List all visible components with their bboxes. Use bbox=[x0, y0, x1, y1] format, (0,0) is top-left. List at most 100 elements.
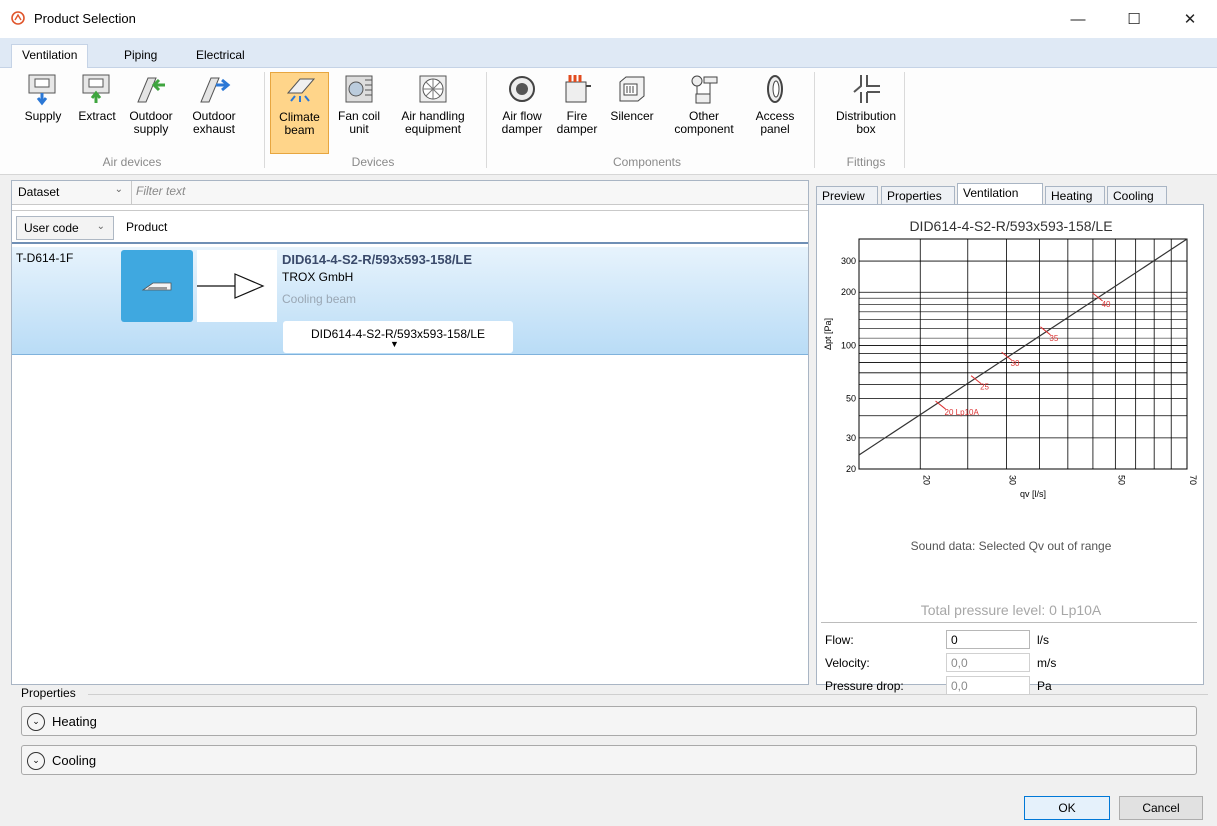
expand-icon: ⌄ bbox=[27, 752, 45, 770]
x-axis-label: qv [l/s] bbox=[1020, 489, 1046, 499]
access-panel-button[interactable]: Access panel bbox=[752, 72, 798, 154]
product-type: Cooling beam bbox=[282, 292, 357, 306]
silencer-label: Silencer bbox=[610, 109, 654, 123]
supply-button[interactable]: Supply bbox=[20, 72, 66, 154]
chevron-down-icon: ⌄ bbox=[96, 221, 105, 232]
air-handling-equipment-button[interactable]: Air handling equipment bbox=[390, 72, 476, 154]
title-bar: Product Selection — ☐ ✕ bbox=[0, 0, 1217, 38]
extract-button[interactable]: Extract bbox=[72, 72, 122, 154]
cooling-section-label: Cooling bbox=[52, 753, 97, 768]
ribbon-separator bbox=[486, 72, 487, 168]
total-pressure-level: Total pressure level: 0 Lp10A bbox=[920, 602, 1102, 618]
product-name: DID614-4-S2-R/593x593-158/LE bbox=[282, 252, 473, 267]
tab-ventilation[interactable]: Ventilation bbox=[11, 44, 89, 69]
variant-dropdown[interactable]: DID614-4-S2-R/593x593-158/LE ▼ bbox=[283, 321, 513, 353]
close-button[interactable]: ✕ bbox=[1167, 0, 1213, 38]
tab-piping[interactable]: Piping bbox=[114, 45, 167, 68]
x-tick-label: 50 bbox=[1116, 475, 1126, 485]
filter-bar: Dataset ⌄ Filter text bbox=[12, 181, 808, 205]
tab-heating[interactable]: Heating bbox=[1045, 186, 1105, 206]
distribution-box-button[interactable]: Distribution box bbox=[824, 72, 908, 154]
column-header: User code ⌄ Product bbox=[12, 210, 808, 244]
outdoor-exhaust-label-2: exhaust bbox=[192, 122, 236, 136]
tab-electrical[interactable]: Electrical bbox=[186, 45, 255, 68]
outdoor-supply-label-2: supply bbox=[133, 122, 169, 136]
minimize-button[interactable]: — bbox=[1055, 0, 1101, 38]
heating-section[interactable]: ⌄ Heating bbox=[21, 706, 1197, 736]
details-pane: Preview Properties Ventilation Heating C… bbox=[816, 180, 1204, 695]
user-code-label: User code bbox=[24, 221, 79, 235]
user-code-dropdown[interactable]: User code ⌄ bbox=[16, 216, 114, 240]
air-handling-label-2: equipment bbox=[404, 122, 462, 136]
outdoor-exhaust-button[interactable]: Outdoor exhaust bbox=[184, 72, 244, 154]
supply-label: Supply bbox=[24, 109, 62, 123]
silencer-button[interactable]: Silencer bbox=[604, 72, 660, 154]
ok-button[interactable]: OK bbox=[1024, 796, 1110, 820]
product-row[interactable]: T-D614-1F DID614-4-S2-R/593x593-158/LE T… bbox=[12, 247, 808, 355]
annotation-label: 35 bbox=[1049, 334, 1058, 343]
fire-damper-button[interactable]: Fire damper bbox=[554, 72, 600, 154]
x-tick-label: 70 bbox=[1188, 475, 1198, 485]
ribbon: Supply Extract Outdoor supply Outdoor ex… bbox=[0, 68, 1217, 175]
product-symbol bbox=[197, 250, 277, 322]
fan-coil-icon bbox=[345, 75, 373, 103]
group-label-air-devices: Air devices bbox=[102, 155, 162, 169]
access-panel-icon bbox=[767, 75, 783, 103]
pressure-drop-unit: Pa bbox=[1037, 679, 1052, 693]
y-tick-label: 30 bbox=[846, 433, 856, 443]
y-tick-label: 200 bbox=[841, 287, 856, 297]
dataset-dropdown[interactable]: Dataset ⌄ bbox=[12, 181, 132, 204]
climate-beam-button[interactable]: Climate beam bbox=[270, 72, 329, 154]
air-flow-damper-icon bbox=[509, 76, 535, 102]
pressure-drop-chart: 20 30 50 100 200 300 20 30 50 70 qv [l/s] Δpt [Pa] 2… bbox=[823, 238, 1198, 499]
ventilation-tab-content: DID614-4-S2-R/593x593-158/LE 20 30 50 100 20… bbox=[816, 204, 1204, 695]
annotation-label: 25 bbox=[980, 383, 989, 392]
y-tick-label: 50 bbox=[846, 394, 856, 404]
supply-icon bbox=[28, 74, 56, 106]
other-component-button[interactable]: Other component bbox=[668, 72, 740, 154]
flow-input[interactable]: 0 bbox=[946, 630, 1030, 649]
window-title: Product Selection bbox=[34, 11, 136, 26]
ribbon-separator bbox=[264, 72, 265, 168]
app-icon bbox=[11, 11, 25, 25]
fire-damper-label-2: damper bbox=[556, 122, 598, 136]
product-list-pane: Dataset ⌄ Filter text User code ⌄ Produc… bbox=[11, 180, 809, 685]
tab-preview[interactable]: Preview bbox=[816, 186, 878, 206]
climate-beam-icon bbox=[286, 78, 315, 102]
y-tick-label: 300 bbox=[841, 256, 856, 266]
heating-section-label: Heating bbox=[52, 714, 97, 729]
distribution-box-label-2: box bbox=[856, 122, 876, 136]
fan-coil-label-2: unit bbox=[349, 122, 369, 136]
product-image-icon bbox=[141, 282, 172, 291]
group-label-components: Components bbox=[612, 155, 682, 169]
group-label-fittings: Fittings bbox=[846, 155, 886, 169]
filter-input[interactable]: Filter text bbox=[136, 184, 796, 201]
cooling-section[interactable]: ⌄ Cooling bbox=[21, 745, 1197, 775]
distribution-box-icon bbox=[853, 75, 880, 103]
annotation-label: 30 bbox=[1011, 359, 1020, 368]
divider bbox=[821, 622, 1197, 623]
tab-properties[interactable]: Properties bbox=[881, 186, 955, 206]
air-flow-damper-button[interactable]: Air flow damper bbox=[494, 72, 550, 154]
air-handling-icon bbox=[419, 75, 447, 103]
velocity-unit: m/s bbox=[1037, 656, 1057, 670]
access-panel-label-2: panel bbox=[760, 122, 790, 136]
cancel-button[interactable]: Cancel bbox=[1119, 796, 1203, 820]
maximize-button[interactable]: ☐ bbox=[1111, 0, 1157, 38]
sound-message: Sound data: Selected Qv out of range bbox=[910, 539, 1112, 553]
product-column-header[interactable]: Product bbox=[126, 220, 167, 234]
fan-coil-unit-button[interactable]: Fan coil unit bbox=[332, 72, 386, 154]
air-flow-damper-label-2: damper bbox=[501, 122, 543, 136]
plot-area bbox=[858, 238, 1188, 470]
ribbon-tab-bar: Ventilation Piping Electrical bbox=[0, 38, 1217, 69]
chart-title: DID614-4-S2-R/593x593-158/LE bbox=[909, 218, 1113, 234]
flow-unit: l/s bbox=[1037, 633, 1049, 647]
tab-cooling[interactable]: Cooling bbox=[1107, 186, 1167, 206]
y-tick-label: 100 bbox=[841, 340, 856, 350]
properties-divider bbox=[88, 694, 1208, 695]
beam-symbol-icon bbox=[197, 273, 265, 299]
x-tick-label: 30 bbox=[1008, 475, 1018, 485]
y-tick-label: 20 bbox=[846, 464, 856, 474]
outdoor-supply-button[interactable]: Outdoor supply bbox=[124, 72, 178, 154]
extract-icon bbox=[82, 74, 110, 103]
